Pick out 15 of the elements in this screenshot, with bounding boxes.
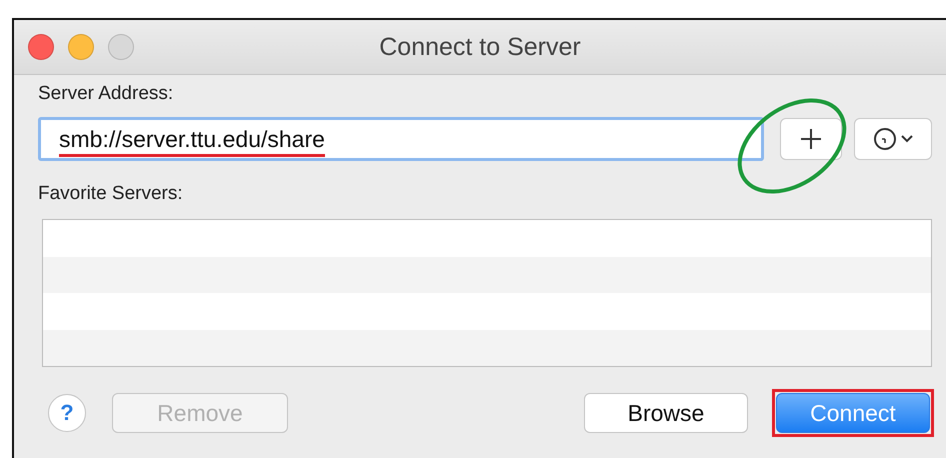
plus-icon [800,128,822,150]
chevron-icon [901,135,913,143]
close-window-button[interactable] [28,34,54,60]
window-title: Connect to Server [379,32,581,60]
push-button[interactable]: Browse [584,393,748,433]
server-address-field[interactable]: smb://server.ttu.edu/share [38,117,764,161]
recent-servers-button[interactable] [854,118,932,160]
minimize-window-button[interactable] [68,34,94,60]
add-button[interactable] [780,118,842,160]
help-button[interactable]: ? [48,394,86,432]
list-label: Favorite Servers: [38,183,183,205]
field-value: smb://server.ttu.edu/share [59,126,325,152]
clock-icon [873,127,897,151]
field-label: Server Address: [38,83,174,105]
connect-button[interactable]: Connect [776,393,930,433]
